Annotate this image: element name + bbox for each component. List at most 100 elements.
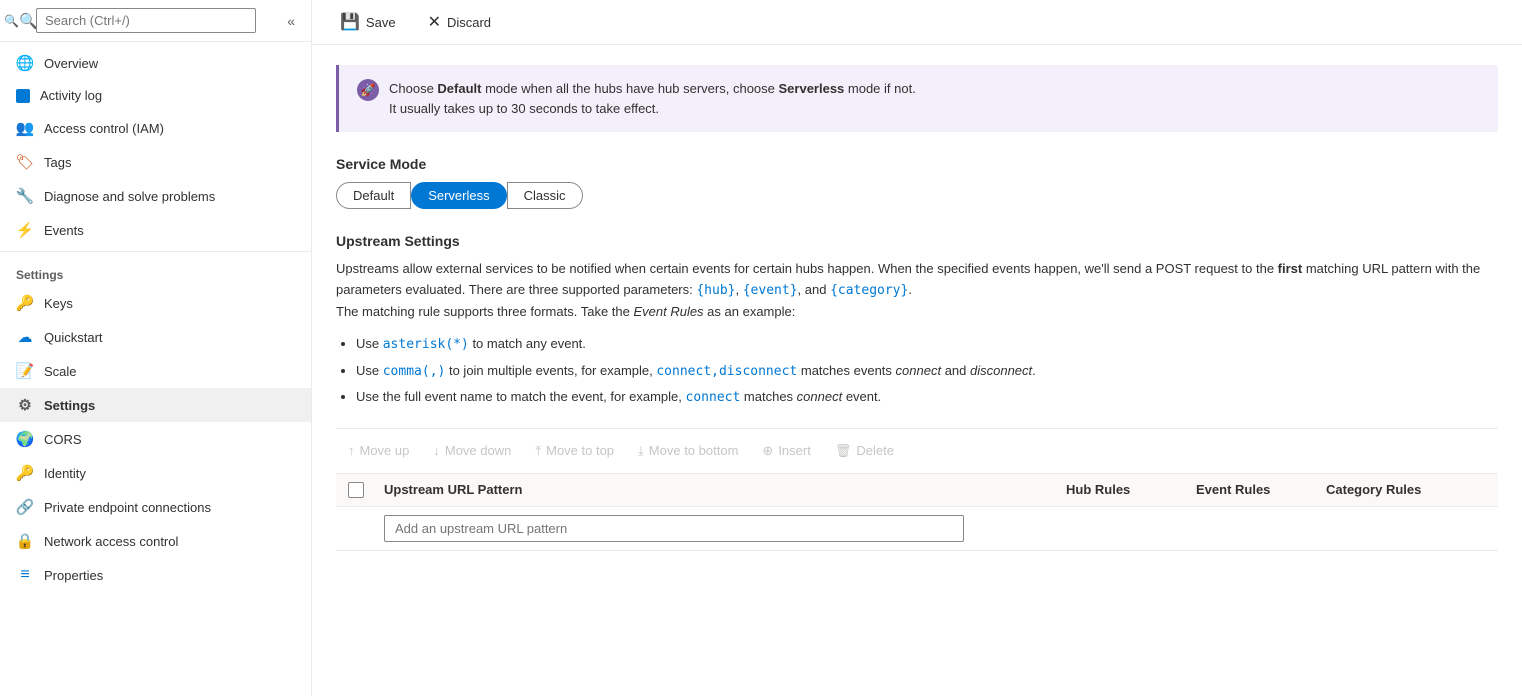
sidebar-item-properties[interactable]: ≡ Properties [0, 558, 311, 592]
move-to-top-icon: ⤒ [535, 443, 541, 459]
overview-icon: 🌐 [16, 54, 34, 72]
rocket-icon: 🚀 [357, 79, 379, 101]
main-content: 💾 Save ✕ Discard 🚀 Choose Default mode w… [312, 0, 1522, 696]
code-comma: comma(,) [383, 364, 446, 379]
cors-icon: 🌍 [16, 430, 34, 448]
discard-icon: ✕ [428, 12, 441, 32]
header-category-rules: Category Rules [1326, 482, 1486, 497]
properties-icon: ≡ [16, 566, 34, 584]
sidebar-item-settings[interactable]: ⚙ Settings [0, 388, 311, 422]
upstream-table: Upstream URL Pattern Hub Rules Event Rul… [336, 474, 1498, 551]
sidebar-item-identity[interactable]: 🔑 Identity [0, 456, 311, 490]
sidebar-item-activity-log[interactable]: Activity log [0, 80, 311, 111]
banner-text: Choose Default mode when all the hubs ha… [389, 79, 916, 118]
discard-label: Discard [447, 15, 491, 30]
activity-log-icon [16, 89, 30, 103]
sidebar-item-diagnose[interactable]: 🔧 Diagnose and solve problems [0, 179, 311, 213]
move-to-top-button[interactable]: ⤒ Move to top [523, 437, 626, 465]
delete-button[interactable]: 🗑 Delete [823, 437, 906, 465]
private-endpoint-icon: 🔗 [16, 498, 34, 516]
collapse-button[interactable]: « [283, 9, 299, 33]
events-icon: ⚡ [16, 221, 34, 239]
sidebar-item-cors[interactable]: 🌍 CORS [0, 422, 311, 456]
content-area: 🚀 Choose Default mode when all the hubs … [312, 45, 1522, 696]
tags-label: Tags [44, 155, 71, 170]
mode-serverless-button[interactable]: Serverless [411, 182, 506, 209]
move-down-label: Move down [445, 443, 511, 458]
insert-icon: ⊕ [762, 443, 773, 459]
upstream-description: Upstreams allow external services to be … [336, 259, 1498, 322]
header-hub-rules: Hub Rules [1066, 482, 1196, 497]
save-button[interactable]: 💾 Save [332, 8, 404, 36]
overview-label: Overview [44, 56, 98, 71]
table-header: Upstream URL Pattern Hub Rules Event Rul… [336, 474, 1498, 507]
search-icon: 🔍 [12, 12, 30, 30]
move-up-icon: ↑ [348, 443, 355, 458]
keys-label: Keys [44, 296, 73, 311]
sidebar-nav: 🌐 Overview Activity log 👥 Access control… [0, 42, 311, 596]
bullet-list: Use asterisk(*) to match any event. Use … [356, 334, 1498, 408]
save-label: Save [366, 15, 396, 30]
sidebar-item-quickstart[interactable]: ☁ Quickstart [0, 320, 311, 354]
diagnose-label: Diagnose and solve problems [44, 189, 215, 204]
scale-label: Scale [44, 364, 77, 379]
move-down-button[interactable]: ↓ Move down [421, 437, 523, 464]
sidebar: 🔍 « 🌐 Overview Activity log 👥 Access con… [0, 0, 312, 696]
param-category: {category} [830, 283, 908, 298]
url-input-col [384, 515, 1486, 542]
sidebar-item-keys[interactable]: 🔑 Keys [0, 286, 311, 320]
mode-default-button[interactable]: Default [336, 182, 411, 209]
identity-icon: 🔑 [16, 464, 34, 482]
cors-label: CORS [44, 432, 82, 447]
table-row-add [336, 507, 1498, 551]
settings-icon: ⚙ [16, 396, 34, 414]
iam-label: Access control (IAM) [44, 121, 164, 136]
link-connect-disconnect[interactable]: connect,disconnect [656, 364, 797, 379]
sidebar-item-tags[interactable]: 🏷 Tags [0, 145, 311, 179]
save-icon: 💾 [340, 12, 360, 32]
move-down-icon: ↓ [433, 443, 440, 458]
settings-label: Settings [44, 398, 95, 413]
param-hub: {hub} [696, 283, 735, 298]
settings-section-label: Settings [0, 256, 311, 286]
mode-selector: Default Serverless Classic [336, 182, 1498, 209]
header-url-pattern: Upstream URL Pattern [384, 482, 1066, 497]
url-pattern-input[interactable] [384, 515, 964, 542]
events-label: Events [44, 223, 84, 238]
sidebar-item-overview[interactable]: 🌐 Overview [0, 46, 311, 80]
network-access-icon: 🔒 [16, 532, 34, 550]
search-input[interactable] [36, 8, 256, 33]
move-up-label: Move up [360, 443, 410, 458]
param-event: {event} [743, 283, 798, 298]
quickstart-label: Quickstart [44, 330, 103, 345]
sidebar-item-network-access[interactable]: 🔒 Network access control [0, 524, 311, 558]
sidebar-item-scale[interactable]: 📝 Scale [0, 354, 311, 388]
move-to-bottom-button[interactable]: ⤓ Move to bottom [626, 437, 750, 465]
sidebar-item-private-endpoint[interactable]: 🔗 Private endpoint connections [0, 490, 311, 524]
insert-label: Insert [778, 443, 811, 458]
header-checkbox[interactable] [348, 482, 364, 498]
settings-divider [0, 251, 311, 252]
discard-button[interactable]: ✕ Discard [420, 8, 499, 36]
service-mode-title: Service Mode [336, 156, 1498, 172]
move-to-bottom-label: Move to bottom [649, 443, 739, 458]
sidebar-item-events[interactable]: ⚡ Events [0, 213, 311, 247]
quickstart-icon: ☁ [16, 328, 34, 346]
iam-icon: 👥 [16, 119, 34, 137]
link-connect[interactable]: connect [686, 390, 741, 405]
bullet-item-1: Use asterisk(*) to match any event. [356, 334, 1498, 355]
upstream-title: Upstream Settings [336, 233, 1498, 249]
action-bar: ↑ Move up ↓ Move down ⤒ Move to top ⤓ Mo… [336, 428, 1498, 474]
header-event-rules: Event Rules [1196, 482, 1326, 497]
private-endpoint-label: Private endpoint connections [44, 500, 211, 515]
diagnose-icon: 🔧 [16, 187, 34, 205]
scale-icon: 📝 [16, 362, 34, 380]
bullet-item-3: Use the full event name to match the eve… [356, 387, 1498, 408]
search-bar: 🔍 « [0, 0, 311, 42]
insert-button[interactable]: ⊕ Insert [750, 437, 822, 465]
sidebar-item-iam[interactable]: 👥 Access control (IAM) [0, 111, 311, 145]
move-up-button[interactable]: ↑ Move up [336, 437, 421, 464]
keys-icon: 🔑 [16, 294, 34, 312]
move-to-top-label: Move to top [546, 443, 614, 458]
mode-classic-button[interactable]: Classic [507, 182, 583, 209]
